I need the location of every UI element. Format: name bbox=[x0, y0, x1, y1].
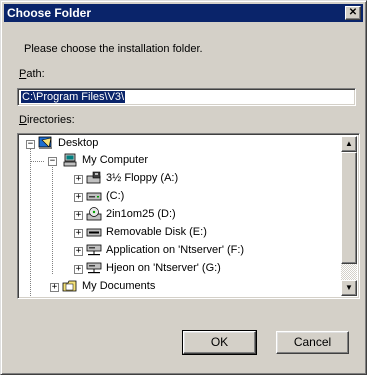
close-icon: ✕ bbox=[348, 7, 358, 18]
path-input-value: C:\Program Files\V3\ bbox=[21, 91, 126, 103]
expand-icon[interactable]: + bbox=[74, 175, 83, 184]
vertical-scrollbar[interactable]: ▲ ▼ bbox=[341, 136, 357, 296]
network-drive-icon bbox=[86, 262, 102, 274]
directories-label: Directories: bbox=[19, 114, 75, 126]
scroll-down-button[interactable]: ▼ bbox=[341, 280, 357, 296]
choose-folder-dialog: Choose Folder ✕ Please choose the instal… bbox=[0, 0, 367, 375]
computer-icon bbox=[63, 153, 77, 167]
directories-label-rest: irectories: bbox=[26, 114, 75, 126]
window-title: Choose Folder bbox=[7, 6, 92, 20]
expand-icon[interactable]: + bbox=[74, 211, 83, 220]
collapse-icon[interactable]: − bbox=[48, 157, 57, 166]
path-label-rest: ath: bbox=[26, 68, 45, 80]
tree-item-label: 2in1om25 (D:) bbox=[106, 208, 176, 220]
path-input[interactable]: C:\Program Files\V3\ bbox=[17, 88, 356, 106]
expand-icon[interactable]: + bbox=[74, 247, 83, 256]
tree-item-label: (C:) bbox=[106, 190, 125, 202]
scroll-up-button[interactable]: ▲ bbox=[341, 136, 357, 152]
removable-drive-icon bbox=[86, 228, 102, 237]
tree-item-label: My Documents bbox=[82, 280, 156, 292]
scroll-thumb[interactable] bbox=[341, 152, 357, 264]
floppy-drive-icon bbox=[86, 171, 101, 184]
expand-icon[interactable]: + bbox=[74, 229, 83, 238]
tree-line bbox=[30, 148, 31, 296]
tree-item-label: Application on 'Ntserver' (F:) bbox=[106, 244, 245, 256]
desktop-icon bbox=[38, 136, 52, 149]
tree-line bbox=[31, 161, 44, 162]
tree-item-label: 3½ Floppy (A:) bbox=[106, 172, 179, 184]
expand-icon[interactable]: + bbox=[50, 283, 59, 292]
cd-drive-icon bbox=[86, 207, 102, 221]
tree-line bbox=[52, 164, 53, 274]
arrow-up-icon: ▲ bbox=[345, 139, 353, 148]
directories-label-accel: D bbox=[19, 114, 27, 126]
path-label: Path: bbox=[19, 68, 45, 80]
expand-icon[interactable]: + bbox=[74, 193, 83, 202]
network-drive-icon bbox=[86, 244, 102, 256]
title-bar[interactable]: Choose Folder ✕ bbox=[4, 4, 363, 22]
expand-icon[interactable]: + bbox=[74, 265, 83, 274]
tree-item-label: Removable Disk (E:) bbox=[106, 226, 207, 238]
tree-item-label: Desktop bbox=[58, 137, 99, 149]
collapse-icon[interactable]: − bbox=[26, 140, 35, 149]
arrow-down-icon: ▼ bbox=[345, 283, 353, 292]
close-button[interactable]: ✕ bbox=[345, 6, 361, 20]
ok-button[interactable]: OK bbox=[182, 330, 257, 355]
instruction-text: Please choose the installation folder. bbox=[24, 43, 203, 55]
hard-drive-icon bbox=[86, 192, 102, 201]
tree-item-label: Hjeon on 'Ntserver' (G:) bbox=[106, 262, 221, 274]
cancel-button[interactable]: Cancel bbox=[276, 331, 349, 354]
directory-tree[interactable]: − Desktop − My Computer + 3½ Floppy (A:)… bbox=[17, 133, 360, 299]
folder-icon bbox=[62, 280, 77, 292]
tree-item-label: My Computer bbox=[82, 154, 149, 166]
